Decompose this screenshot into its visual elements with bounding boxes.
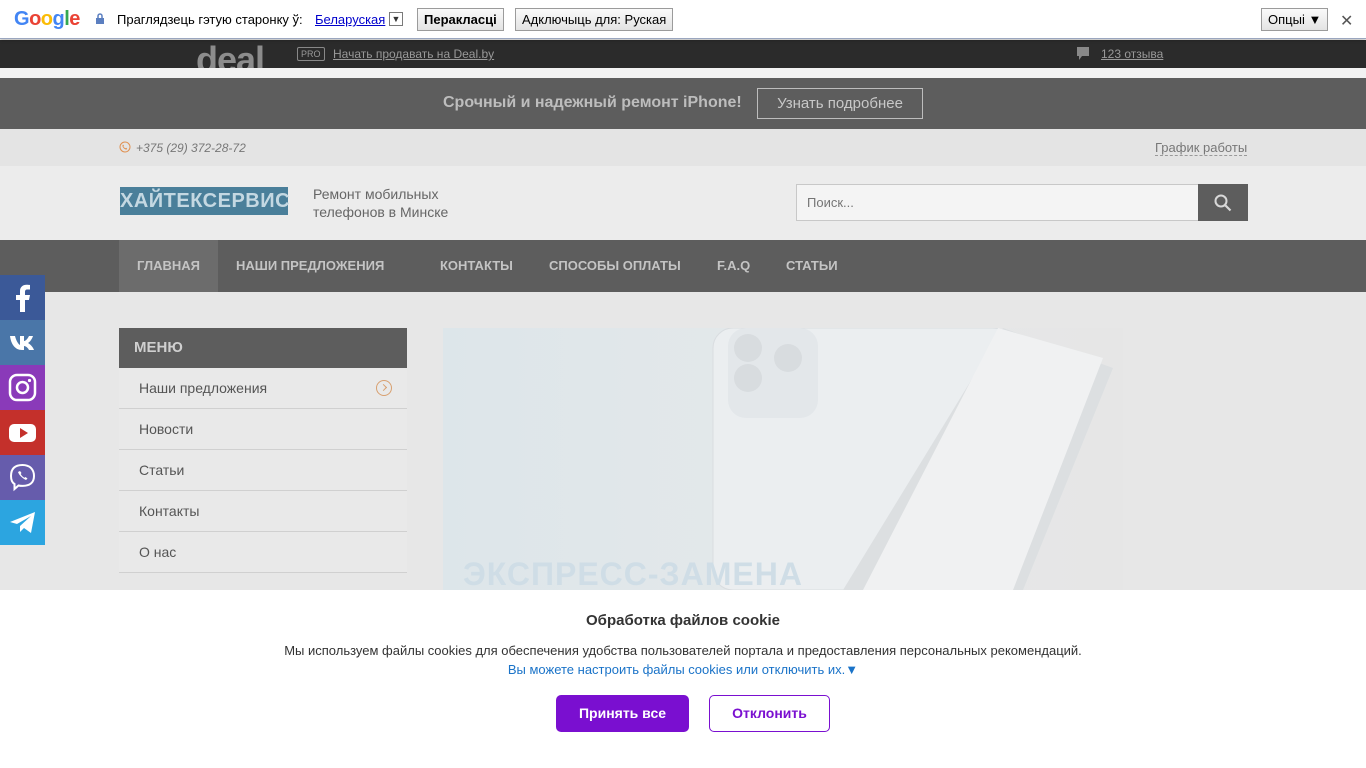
nav-offers[interactable]: НАШИ ПРЕДЛОЖЕНИЯ bbox=[236, 240, 384, 292]
cookie-settings-link[interactable]: Вы можете настроить файлы cookies или от… bbox=[0, 662, 1366, 677]
sidebar-item-label: Контакты bbox=[139, 503, 200, 519]
nav-home[interactable]: ГЛАВНАЯ bbox=[119, 240, 218, 292]
sidebar-item-label: О нас bbox=[139, 544, 177, 560]
translate-bar: Google Праглядзець гэтую старонку ў: Бел… bbox=[0, 0, 1366, 39]
cookie-text: Мы используем файлы cookies для обеспече… bbox=[284, 643, 1082, 658]
reviews-link[interactable]: 123 отзыва bbox=[1101, 47, 1163, 61]
viber-link[interactable] bbox=[0, 455, 45, 500]
vk-icon bbox=[10, 336, 34, 350]
learn-more-button[interactable]: Узнать подробнее bbox=[757, 88, 923, 119]
viber-icon bbox=[9, 463, 36, 492]
hero-banner[interactable]: ЭКСПРЕСС-ЗАМЕНА bbox=[443, 328, 1123, 590]
site-tagline: Ремонт мобильных телефонов в Минске bbox=[313, 186, 449, 220]
language-dropdown-arrow[interactable]: ▼ bbox=[389, 12, 403, 26]
sidebar-item-contacts[interactable]: Контакты bbox=[119, 491, 407, 532]
translate-prompt: Праглядзець гэтую старонку ў: bbox=[117, 12, 303, 27]
contact-strip: +375 (29) 372-28-72 График работы bbox=[0, 129, 1366, 166]
promo-text: Срочный и надежный ремонт iPhone! bbox=[443, 94, 742, 111]
sidebar-item-label: Новости bbox=[139, 421, 194, 437]
vk-link[interactable] bbox=[0, 320, 45, 365]
lock-icon bbox=[96, 13, 104, 24]
sidebar-title: МЕНЮ bbox=[119, 328, 407, 368]
chevron-right-icon bbox=[376, 380, 392, 396]
translate-language-link[interactable]: Беларуская bbox=[315, 12, 385, 27]
comment-icon bbox=[1077, 47, 1089, 60]
instagram-icon bbox=[8, 373, 37, 402]
phone-number[interactable]: +375 (29) 372-28-72 bbox=[136, 141, 246, 155]
telegram-link[interactable] bbox=[0, 500, 45, 545]
deal-bar: deal PRO Начать продавать на Deal.by 123… bbox=[0, 40, 1366, 68]
search-button[interactable] bbox=[1198, 184, 1248, 221]
phone-icon bbox=[119, 141, 131, 153]
pro-badge: PRO bbox=[297, 47, 325, 61]
telegram-icon bbox=[10, 512, 35, 533]
nav-articles[interactable]: СТАТЬИ bbox=[786, 240, 838, 292]
options-button[interactable]: Опцыі ▼ bbox=[1261, 8, 1329, 31]
site-logo[interactable]: ХАЙТЕКСЕРВИС bbox=[120, 187, 290, 215]
sidebar-item-about[interactable]: О нас bbox=[119, 532, 407, 573]
promo-banner: Срочный и надежный ремонт iPhone! Узнать… bbox=[0, 78, 1366, 129]
sidebar-menu: МЕНЮ Наши предложения Новости Статьи Кон… bbox=[119, 328, 407, 573]
schedule-link[interactable]: График работы bbox=[1155, 140, 1248, 156]
nav-faq[interactable]: F.A.Q bbox=[717, 240, 750, 292]
sidebar-item-news[interactable]: Новости bbox=[119, 409, 407, 450]
youtube-link[interactable] bbox=[0, 410, 45, 455]
nav-contacts[interactable]: КОНТАКТЫ bbox=[440, 240, 513, 292]
reject-button[interactable]: Отклонить bbox=[709, 695, 830, 732]
deal-logo[interactable]: deal bbox=[196, 40, 264, 68]
sidebar-item-offers[interactable]: Наши предложения bbox=[119, 368, 407, 409]
start-selling-link[interactable]: Начать продавать на Deal.by bbox=[333, 47, 494, 61]
hero-text: ЭКСПРЕСС-ЗАМЕНА bbox=[463, 556, 803, 590]
google-logo: Google bbox=[14, 8, 80, 30]
cookie-banner: Обработка файлов cookie Мы используем фа… bbox=[0, 590, 1366, 768]
nav-payment[interactable]: СПОСОБЫ ОПЛАТЫ bbox=[549, 240, 681, 292]
sidebar-item-label: Наши предложения bbox=[139, 380, 268, 396]
translate-button[interactable]: Перакласці bbox=[417, 8, 504, 31]
facebook-icon bbox=[16, 284, 30, 312]
site-header: ХАЙТЕКСЕРВИС Ремонт мобильных телефонов … bbox=[0, 166, 1366, 240]
cookie-title: Обработка файлов cookie bbox=[586, 612, 780, 629]
sidebar-item-label: Статьи bbox=[139, 462, 185, 478]
close-icon[interactable]: ✕ bbox=[1340, 11, 1353, 31]
youtube-icon bbox=[9, 424, 36, 442]
disable-translate-button[interactable]: Адключыць для: Руская bbox=[515, 8, 674, 31]
sidebar-item-articles[interactable]: Статьи bbox=[119, 450, 407, 491]
accept-all-button[interactable]: Принять все bbox=[556, 695, 689, 732]
instagram-link[interactable] bbox=[0, 365, 45, 410]
search-input[interactable] bbox=[796, 184, 1199, 221]
main-nav: ГЛАВНАЯ НАШИ ПРЕДЛОЖЕНИЯ КОНТАКТЫ СПОСОБ… bbox=[0, 240, 1366, 508]
search-icon bbox=[1214, 194, 1232, 212]
facebook-link[interactable] bbox=[0, 275, 45, 320]
phone-image bbox=[712, 328, 1113, 590]
